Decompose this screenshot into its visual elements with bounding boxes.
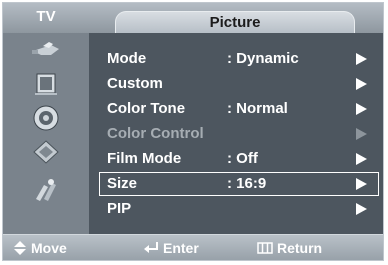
title-bar: TV Picture [3,3,383,33]
source-label: TV [36,8,56,25]
title-tab: Picture [115,11,355,33]
up-down-icon [14,241,26,255]
hint-move-label: Move [31,240,67,256]
menu-item-label: Mode [107,50,147,67]
picture-icon[interactable] [3,67,89,100]
hint-return: Return [257,239,322,257]
menu-item-label: Color Tone [107,100,186,117]
menu-item-pip[interactable]: PIP [99,197,379,221]
help-bar: Move Enter Return [3,234,383,260]
menu-item-value: : Off [227,150,258,167]
channel-icon[interactable] [3,135,89,168]
arrow-right-icon [356,203,367,215]
menu-item-value: : Normal [227,100,288,117]
arrow-right-icon [356,153,367,165]
menu-item-film-mode[interactable]: Film Mode : Off [99,147,379,171]
menu-item-label: Color Control [107,125,204,142]
arrow-right-icon [356,53,367,65]
menu-item-label: PIP [107,200,132,217]
menu-item-value: : Dynamic [227,50,299,67]
menu-item-label: Size [107,175,138,192]
hint-enter: Enter [143,239,199,257]
menu-item-label: Custom [107,75,163,92]
menu-item-value: : 16:9 [227,175,267,192]
sidebar [3,33,89,234]
menu-item-color-tone[interactable]: Color Tone : Normal [99,97,379,121]
menu-item-color-control: Color Control [99,122,379,146]
arrow-right-icon [356,178,367,190]
return-icon [257,242,273,254]
setup-icon[interactable] [3,173,89,206]
menu-item-size[interactable]: Size : 16:9 [99,172,379,196]
arrow-right-icon [356,78,367,90]
menu-item-mode[interactable]: Mode : Dynamic [99,47,379,71]
osd-menu: TV Picture Mode: Dynamic Custom Color T… [2,2,384,261]
enter-icon [144,242,158,253]
menu-item-label: Film Mode [107,150,182,167]
hint-return-label: Return [277,240,323,256]
hint-enter-label: Enter [163,240,199,256]
arrow-right-icon [356,103,367,115]
input-icon[interactable] [3,33,89,66]
menu-item-custom[interactable]: Custom [99,72,379,96]
page-title: Picture [209,14,261,31]
hint-move: Move [13,239,67,257]
arrow-right-icon [356,128,367,140]
picture-menu: Mode : Dynamic Custom Color Tone : Norma… [89,33,383,234]
sound-icon[interactable] [3,101,89,134]
